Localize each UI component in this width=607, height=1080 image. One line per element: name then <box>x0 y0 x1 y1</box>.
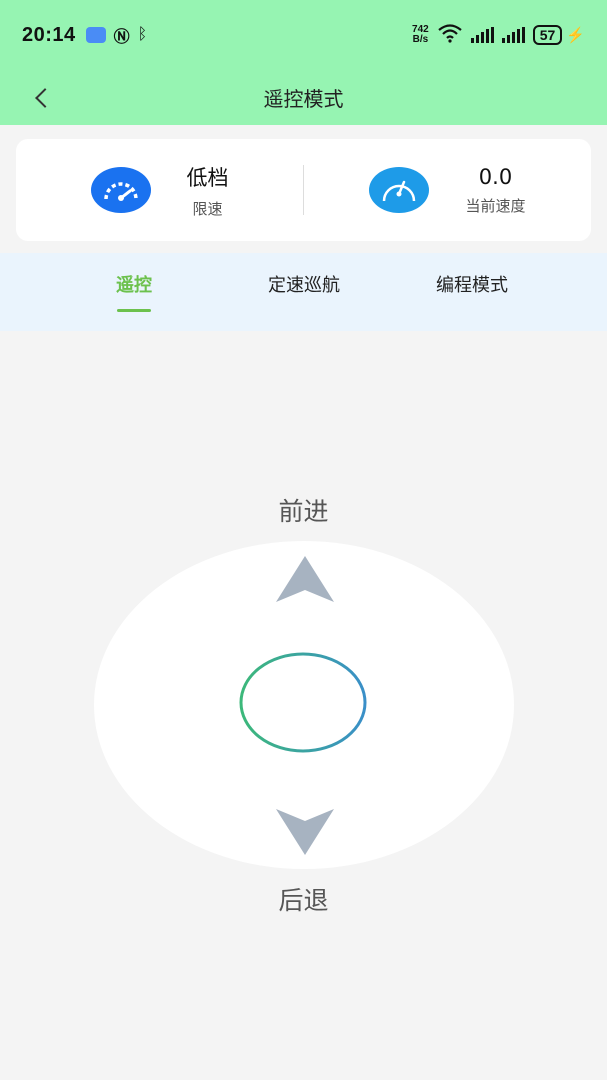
speedometer-icon <box>90 167 151 213</box>
current-speed-label: 当前速度 <box>465 196 526 215</box>
back-button[interactable] <box>24 78 60 118</box>
status-bar: 20:14 Ⓝ ᛒ 742 B/s 57 ⚡ <box>0 0 607 70</box>
speed-limit-value: 低档 <box>186 165 229 190</box>
tab-remote-control[interactable]: 遥控 <box>116 271 152 312</box>
status-time: 20:14 <box>22 23 76 46</box>
speed-limit-block[interactable]: 低档 限速 <box>16 162 303 219</box>
nfc-icon: Ⓝ <box>113 29 130 46</box>
joystick-pad[interactable] <box>94 541 514 869</box>
page-title: 遥控模式 <box>263 87 344 111</box>
gauge-icon <box>369 167 430 213</box>
bluetooth-icon: ᛒ <box>137 26 148 43</box>
speed-limit-label: 限速 <box>192 199 223 218</box>
wifi-icon <box>437 23 463 48</box>
tab-cruise-control[interactable]: 定速巡航 <box>268 271 340 297</box>
tab-active-indicator <box>117 309 151 312</box>
signal-icon <box>470 27 494 43</box>
usb-icon <box>85 27 106 43</box>
tab-programming-mode[interactable]: 编程模式 <box>436 271 508 297</box>
net-speed: 742 B/s <box>412 24 429 45</box>
signal-icon <box>501 27 525 43</box>
battery-icon: 57 <box>532 25 563 45</box>
chevron-left-icon <box>35 88 55 108</box>
backward-label: 后退 <box>278 886 329 915</box>
forward-label: 前进 <box>278 497 329 526</box>
joystick-knob[interactable] <box>239 652 367 753</box>
charging-icon: ⚡ <box>566 27 585 44</box>
arrow-up-icon[interactable] <box>276 556 334 604</box>
arrow-down-icon[interactable] <box>276 807 334 855</box>
current-speed-value: 0.0 <box>478 164 513 189</box>
app-header: 遥控模式 <box>0 70 607 125</box>
mode-tabs: 遥控 定速巡航 编程模式 <box>0 253 607 331</box>
speed-card: 低档 限速 0.0 当前速度 <box>16 139 591 241</box>
current-speed-block: 0.0 当前速度 <box>304 165 591 216</box>
